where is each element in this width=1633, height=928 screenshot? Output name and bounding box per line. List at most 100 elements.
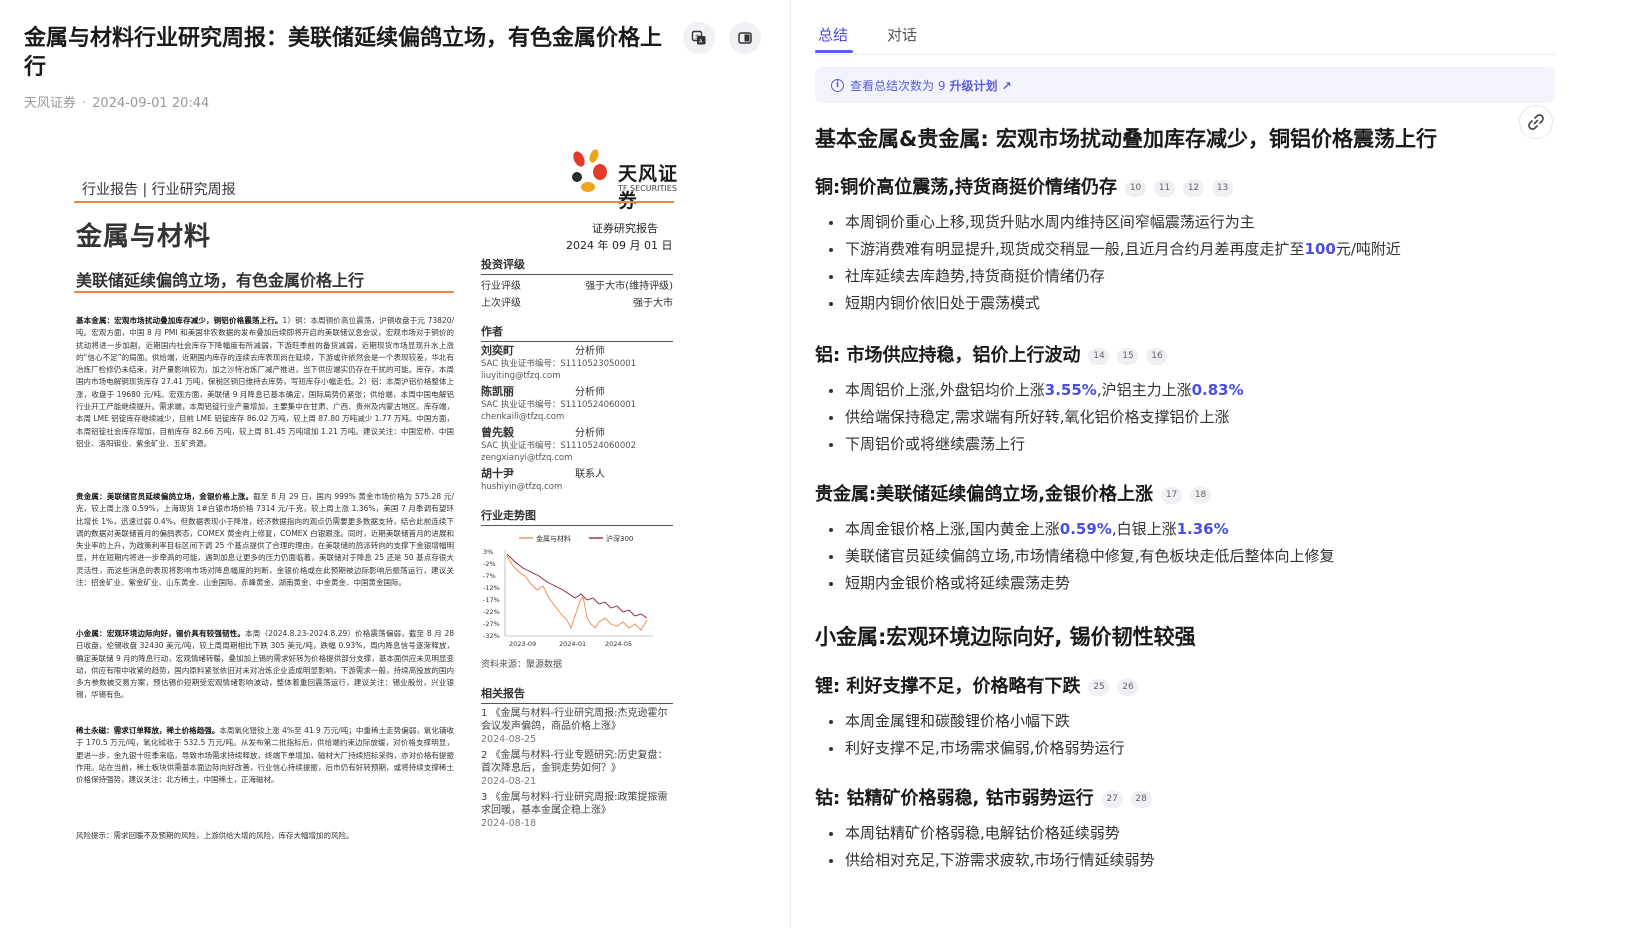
article-date: 2024-09-01 20:44	[92, 96, 210, 111]
report-risk-note: 风险提示：需求回暖不及预期的风险，上游供给大增的风险，库存大幅增加的风险。	[76, 831, 354, 840]
trend-y-tick: -22%	[483, 608, 500, 616]
trend-y-tick: -17%	[483, 596, 500, 604]
trend-y-tick: -12%	[483, 584, 500, 592]
panel-icon	[738, 32, 752, 44]
summary-quota-notice: i 查看总结次数为 9 升级计划 ↗	[815, 67, 1555, 103]
trend-legend-a: 金属与材料	[536, 534, 571, 543]
industry-trend-chart: 金属与材料 沪深300 3% -2% -7% -12% -17% -22% -27% -32%…	[483, 534, 653, 648]
citation-badge[interactable]: 12	[1183, 179, 1205, 197]
trend-y-tick: -7%	[483, 572, 496, 580]
summary-heading: 小金属:宏观环境边际向好, 锡价韧性较强	[815, 625, 1196, 649]
summary-heading: 基本金属&贵金属: 宏观市场扰动叠加库存减少，铜铝价格震荡上行	[815, 127, 1438, 151]
list-item: 本周铝价上涨,外盘铝均价上涨3.55%,沪铝主力上涨0.83%	[815, 377, 1575, 404]
list-item: 本周铜价重心上移,现货升贴水周内维持区间窄幅震荡运行为主	[815, 209, 1575, 236]
article-title: 金属与材料行业研究周报：美联储延续偏鸽立场，有色金属价格上行	[24, 26, 663, 80]
report-date: 2024 年 09 月 01 日	[566, 239, 673, 252]
author-item: 胡十尹 联系人 hushiyin@tfzq.com	[481, 467, 605, 493]
list-item: 社库延续去库趋势,持货商挺价情绪仍存	[815, 263, 1575, 290]
report-category: 行业报告 | 行业研究周报	[82, 182, 236, 198]
citation-badge[interactable]: 25	[1088, 678, 1110, 696]
trend-y-tick: -32%	[483, 632, 500, 640]
report-page-image: 天风证券 TF SECURITIES 行业报告 | 行业研究周报 金属与材料 证…	[72, 145, 678, 850]
translate-icon: 文A	[691, 30, 706, 45]
related-report-item: 1 《金属与材料-行业研究周报:杰克逊霍尔会议发声偏鸽，商品价格上涨》 2024-…	[481, 708, 668, 745]
citation-badge[interactable]: 26	[1117, 678, 1139, 696]
summary-section-aluminum: 铝: 市场供应持稳，铝价上行波动 14 15 16 本周铝价上涨,外盘铝均价上涨…	[815, 343, 1575, 458]
report-logo-sub: TF SECURITIES	[618, 184, 677, 193]
author-item: 曾先毅 分析师 SAC 执业证书编号：S1110524060002 zengxiany…	[481, 426, 637, 464]
trend-x-tick: 2024-05	[605, 640, 632, 648]
active-tab-indicator	[815, 50, 853, 53]
list-item: 本周钴精矿价格弱稳,电解钴价格延续弱势	[815, 820, 1575, 847]
authors-header: 作者	[481, 323, 673, 342]
summary-pane: 总结 对话 i 查看总结次数为 9 升级计划 ↗ 基本金属&贵金属: 宏观市场扰…	[791, 0, 1633, 928]
citation-badge[interactable]: 16	[1146, 347, 1168, 365]
list-item: 下游消费难有明显提升,现货成交稍显一般,且近月合约月差再度走扩至100元/吨附近	[815, 236, 1575, 263]
citation-badge[interactable]: 27	[1101, 790, 1123, 808]
tab-summary[interactable]: 总结	[818, 24, 848, 45]
sidebar-toggle-button[interactable]	[729, 22, 761, 54]
trend-y-tick: -2%	[483, 560, 496, 568]
rating-block: 投资评级 行业评级 强于大市(维持评级) 上次评级 强于大市	[481, 256, 673, 309]
citation-badge[interactable]: 18	[1190, 486, 1212, 504]
authors-block: 作者 刘奕町 分析师 SAC 执业证书编号：S1110523050001 liuyit…	[481, 323, 673, 497]
report-sub-rule	[74, 291, 454, 293]
svg-text:A: A	[699, 39, 703, 45]
trend-y-tick: -27%	[483, 620, 500, 628]
related-reports-block: 相关报告 1 《金属与材料-行业研究周报:杰克逊霍尔会议发声偏鸽，商品价格上涨》…	[481, 685, 673, 833]
notice-text: 查看总结次数为 9	[850, 78, 946, 93]
report-paragraph-base-metals: 基本金属：宏观市场扰动叠加库存减少，铜铝价格震荡上行。1）铜：本周铜价高位震荡，…	[76, 316, 454, 448]
summary-section-copper: 铜:铜价高位震荡,持货商挺价情绪仍存 10 11 12 13 本周铜价重心上移,…	[815, 175, 1575, 317]
trend-legend-b: 沪深300	[606, 534, 633, 543]
section-title: 钴: 钴精矿价格弱稳, 钴市弱势运行	[815, 788, 1094, 809]
report-paragraph-precious-metals: 贵金属：美联储官员延续偏鸽立场，金银价格上涨。截至 8 月 29 日，国内 99…	[76, 492, 454, 588]
related-report-item: 2 《金属与材料-行业专题研究:历史复盘：首次降息后，金铜走势如何？》 2024-…	[481, 750, 668, 787]
citation-badge[interactable]: 15	[1117, 347, 1139, 365]
section-title: 铜:铜价高位震荡,持货商挺价情绪仍存	[815, 177, 1118, 198]
report-subtitle: 美联储延续偏鸽立场，有色金属价格上行	[76, 271, 365, 290]
trend-block: 行业走势图	[481, 507, 673, 529]
citation-badge[interactable]: 10	[1125, 179, 1147, 197]
related-header: 相关报告	[481, 685, 673, 704]
report-paragraph-rare-earth: 稀土永磁：需求订单释放，稀土价格趋强。本周氧化镨钕上涨 4%至 41.9 万元/…	[76, 726, 454, 785]
trend-line-metals	[506, 555, 648, 631]
trend-header: 行业走势图	[481, 507, 673, 526]
list-item: 美联储官员延续偏鸽立场,市场情绪稳中修复,有色板块走低后整体向上修复	[815, 543, 1575, 570]
citation-badge[interactable]: 11	[1154, 179, 1176, 197]
summary-section-lithium: 锂: 利好支撑不足，价格略有下跌 25 26 本周金属锂和碳酸锂价格小幅下跌 利…	[815, 674, 1575, 762]
list-item: 短期内金银价格或将延续震荡走势	[815, 570, 1575, 597]
author-item: 陈凯丽 分析师 SAC 执业证书编号：S1110524060001 chenkaili…	[481, 385, 637, 423]
trend-source: 资料来源：聚源数据	[481, 660, 563, 670]
author-item: 刘奕町 分析师 SAC 执业证书编号：S1110523050001 liuyiting…	[481, 344, 637, 382]
list-item: 利好支撑不足,市场需求偏弱,价格弱势运行	[815, 735, 1575, 762]
summary-section-precious: 贵金属:美联储延续偏鸽立场,金银价格上涨 17 18 本周金银价格上涨,国内黄金…	[815, 482, 1575, 597]
list-item: 下周铝价或将继续震荡上行	[815, 431, 1575, 458]
report-big-title: 金属与材料	[76, 222, 212, 252]
list-item: 供给端保持稳定,需求端有所好转,氧化铝价格支撑铝价上涨	[815, 404, 1575, 431]
list-item: 供给相对充足,下游需求疲软,市场行情延续弱势	[815, 847, 1575, 874]
article-pane: 金属与材料行业研究周报：美联储延续偏鸽立场，有色金属价格上行 文A 天风证券 · 2…	[0, 0, 790, 928]
citation-badge[interactable]: 14	[1088, 347, 1110, 365]
report-paragraph-minor-metals: 小金属：宏观环境边际向好，锡价具有较强韧性。本周（2024.8.23-2024.…	[76, 629, 454, 700]
citation-badge[interactable]: 28	[1130, 790, 1152, 808]
rating-header: 投资评级	[481, 256, 673, 275]
report-rule	[74, 201, 674, 203]
citation-badge[interactable]: 13	[1212, 179, 1234, 197]
list-item: 短期内铜价依旧处于震荡模式	[815, 290, 1575, 317]
tab-chat[interactable]: 对话	[887, 24, 917, 45]
trend-y-tick: 3%	[483, 548, 493, 556]
section-title: 贵金属:美联储延续偏鸽立场,金银价格上涨	[815, 484, 1154, 505]
section-title: 锂: 利好支撑不足，价格略有下跌	[815, 676, 1081, 697]
trend-x-tick: 2024-01	[559, 640, 586, 648]
list-item: 本周金银价格上涨,国内黄金上涨0.59%,白银上涨1.36%	[815, 516, 1575, 543]
trend-y-ticks: 3% -2% -7% -12% -17% -22% -27% -32%	[483, 548, 500, 640]
article-meta: 天风证券 · 2024-09-01 20:44	[24, 96, 210, 111]
trend-x-tick: 2023-09	[509, 640, 536, 648]
summary-section-cobalt: 钴: 钴精矿价格弱稳, 钴市弱势运行 27 28 本周钴精矿价格弱稳,电解钴价格…	[815, 786, 1575, 874]
citation-badge[interactable]: 17	[1161, 486, 1183, 504]
upgrade-plan-link[interactable]: 升级计划 ↗	[949, 77, 1011, 94]
trend-line-hs300	[506, 553, 648, 619]
translate-button[interactable]: 文A	[683, 22, 715, 54]
related-report-item: 3 《金属与材料-行业研究周报:政策提振需求回暖，基本金属企稳上涨》 2024-0…	[481, 792, 668, 829]
article-source: 天风证券	[24, 96, 77, 111]
